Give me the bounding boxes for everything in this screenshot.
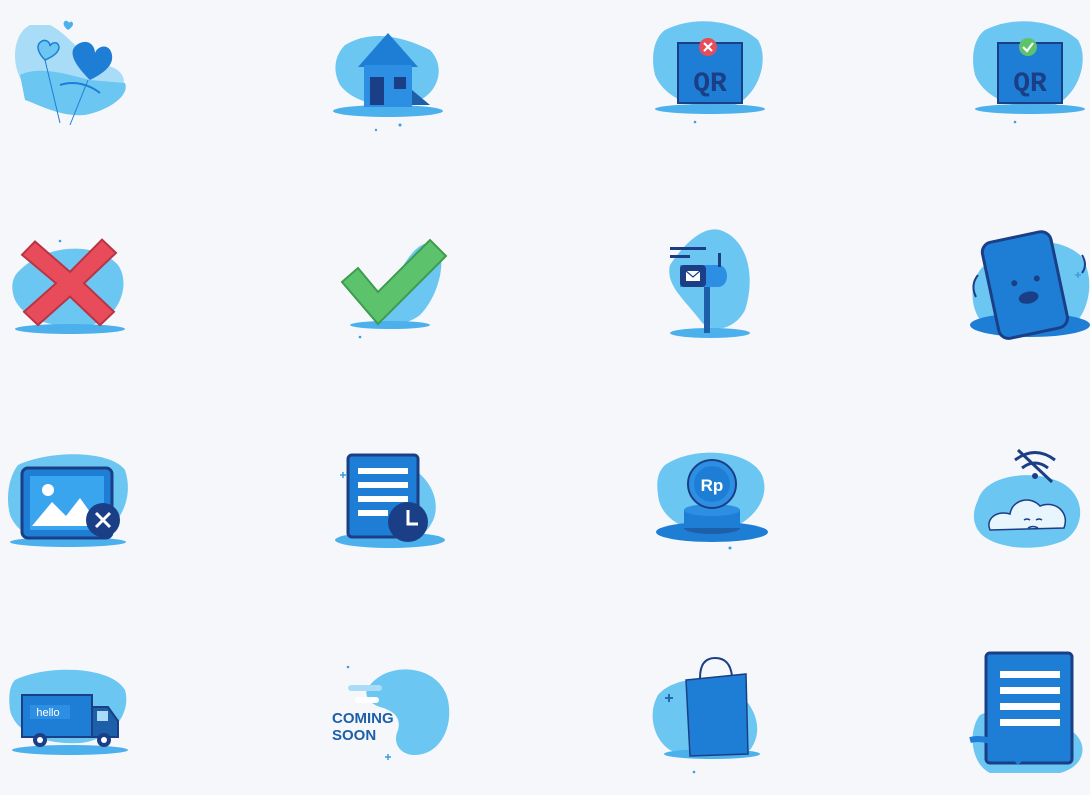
truck-label: hello [36,707,59,719]
red-cross-icon [0,225,140,365]
house-icon [320,5,460,145]
rupiah-coins-icon: Rp [640,440,780,580]
coming-label: COMING [332,710,394,727]
qr-label: QR [693,69,727,100]
document-clock-icon [320,440,460,580]
soon-label: SOON [332,727,376,744]
mailbox-icon [640,225,780,365]
rupiah-label: Rp [701,476,724,495]
coming-soon-icon: COMING SOON [320,655,460,795]
shopping-bag-icon [640,650,780,790]
qr-label: QR [1013,69,1047,100]
heart-hand-icon [0,5,140,145]
green-check-icon [320,225,460,365]
document-list-icon [960,645,1090,785]
no-wifi-cloud-icon [960,440,1090,580]
qr-success-icon: QR [960,5,1090,145]
delivery-truck-icon: hello [0,655,140,795]
sad-phone-icon [960,225,1090,365]
broken-image-icon [0,440,140,580]
qr-error-icon: QR [640,5,780,145]
